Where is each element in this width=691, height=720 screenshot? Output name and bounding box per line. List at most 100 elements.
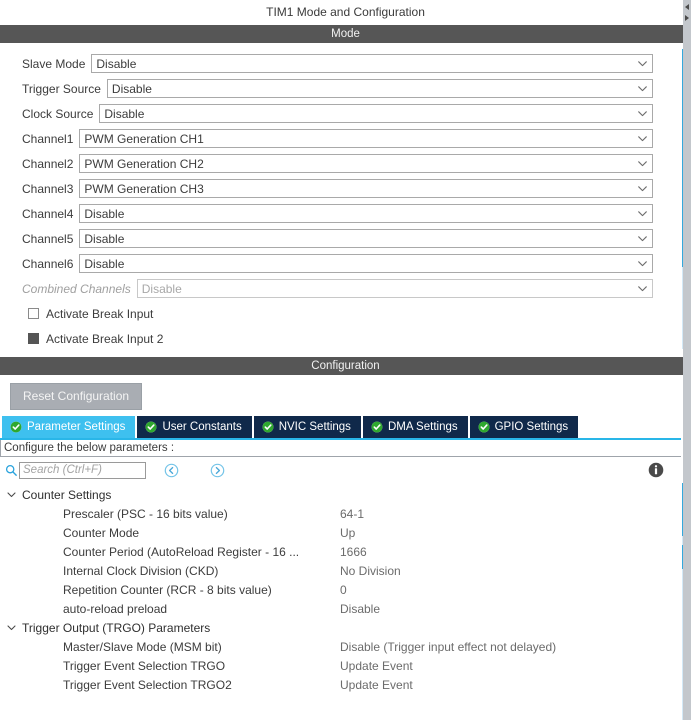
checkbox-2[interactable] (28, 333, 39, 344)
tree-item-value[interactable]: 1666 (340, 545, 367, 559)
tree-group[interactable]: Trigger Output (TRGO) Parameters (0, 618, 691, 637)
tab-label: Parameter Settings (27, 421, 126, 433)
nav-forward-icon[interactable] (210, 463, 225, 478)
tree-item-value[interactable]: Update Event (340, 678, 413, 692)
mode-checkbox-container: Activate Break Input Activate Break Input… (0, 301, 691, 351)
window-corner-arrows[interactable] (683, 2, 691, 24)
search-toolbar: Search (Ctrl+F) (0, 457, 691, 483)
tab-label: DMA Settings (387, 421, 458, 433)
mode-row-value: Disable (141, 281, 182, 296)
configuration-panel: Reset Configuration Parameter Settings Us… (0, 375, 691, 720)
check-circle-icon (262, 421, 274, 433)
tree-item-name: Trigger Event Selection TRGO2 (63, 677, 232, 692)
mode-row-dropdown[interactable]: Disable (79, 204, 653, 223)
mode-row-dropdown[interactable]: Disable (106, 79, 653, 98)
mode-row-value: Disable (111, 81, 152, 96)
nav-back-icon[interactable] (164, 463, 179, 478)
chevron-down-icon[interactable] (638, 285, 647, 292)
tree-group-label: Counter Settings (22, 487, 112, 502)
check-circle-icon (145, 421, 157, 433)
chevron-down-icon[interactable] (6, 622, 17, 633)
check-circle-icon (10, 421, 22, 433)
tab-gpio-settings[interactable]: GPIO Settings (469, 416, 579, 438)
mode-row-dropdown[interactable]: Disable (91, 54, 653, 73)
mode-panel: Slave Mode Disable Trigger Source Disable Cl… (0, 43, 691, 357)
mode-row: Channel6 Disable (0, 251, 691, 276)
tree-item-value[interactable]: Up (340, 526, 355, 540)
chevron-down-icon[interactable] (638, 185, 647, 192)
tab-dma-settings[interactable]: DMA Settings (362, 416, 468, 438)
mode-row-label: Channel1 (22, 131, 74, 146)
chevron-down-icon[interactable] (638, 60, 647, 67)
mode-rows-container: Slave Mode Disable Trigger Source Disable Cl… (0, 43, 691, 301)
tree-item-value[interactable]: Update Event (340, 659, 413, 673)
tree-item-name: Prescaler (PSC - 16 bits value) (63, 506, 228, 521)
tree-group[interactable]: Counter Settings (0, 485, 691, 504)
mode-row-dropdown[interactable]: PWM Generation CH2 (79, 154, 653, 173)
tab-label: GPIO Settings (494, 421, 569, 433)
tree-item[interactable]: Master/Slave Mode (MSM bit) Disable (Trig… (0, 637, 691, 656)
settings-tabbar: Parameter Settings User Constants NVIC Set… (0, 416, 691, 440)
tree-item[interactable]: Trigger Event Selection TRGO2 Update Even… (0, 675, 691, 694)
tree-item-value[interactable]: Disable (Trigger input effect not delaye… (340, 640, 556, 654)
tree-group-label: Trigger Output (TRGO) Parameters (22, 620, 211, 635)
tab-parameter-settings[interactable]: Parameter Settings (2, 416, 136, 438)
tab-user-constants[interactable]: User Constants (137, 416, 252, 438)
tree-item-value[interactable]: 0 (340, 583, 347, 597)
mode-section-header: Mode (0, 25, 691, 43)
tree-item[interactable]: Counter Period (AutoReload Register - 16… (0, 542, 691, 561)
configure-parameters-label: Configure the below parameters : (0, 440, 691, 457)
mode-row: Channel5 Disable (0, 226, 691, 251)
checkbox-label: Activate Break Input 2 (46, 331, 164, 346)
mode-row-dropdown[interactable]: Disable (79, 229, 653, 248)
info-icon[interactable] (648, 462, 664, 478)
mode-row-value: PWM Generation CH3 (84, 181, 204, 196)
window-edge-strip (683, 0, 691, 720)
mode-row-dropdown[interactable]: Disable (99, 104, 653, 123)
mode-row-value: Disable (96, 56, 137, 71)
tree-item-value[interactable]: 64-1 (340, 507, 364, 521)
chevron-down-icon[interactable] (6, 489, 17, 500)
chevron-down-icon[interactable] (638, 160, 647, 167)
tree-item-name: Trigger Event Selection TRGO (63, 658, 226, 673)
checkbox-1[interactable] (28, 308, 39, 319)
check-circle-icon (478, 421, 490, 433)
tree-item[interactable]: auto-reload preload Disable (0, 599, 691, 618)
mode-row-label: Channel2 (22, 156, 74, 171)
tab-nvic-settings[interactable]: NVIC Settings (253, 416, 361, 438)
tree-item-value[interactable]: No Division (340, 564, 401, 578)
search-input[interactable]: Search (Ctrl+F) (19, 461, 146, 479)
chevron-down-icon[interactable] (638, 210, 647, 217)
tree-item[interactable]: Trigger Event Selection TRGO Update Event (0, 656, 691, 675)
tab-label: NVIC Settings (278, 421, 351, 433)
checkbox-label: Activate Break Input (46, 306, 154, 321)
mode-checkbox-row[interactable]: Activate Break Input (0, 301, 691, 326)
mode-row-value: Disable (84, 256, 125, 271)
reset-configuration-button[interactable]: Reset Configuration (10, 383, 143, 410)
mode-checkbox-row[interactable]: Activate Break Input 2 (0, 326, 691, 351)
tree-item[interactable]: Internal Clock Division (CKD) No Division (0, 561, 691, 580)
tree-item-name: Master/Slave Mode (MSM bit) (63, 639, 222, 654)
mode-row: Channel4 Disable (0, 201, 691, 226)
tim1-configuration-window: TIM1 Mode and Configuration Mode Slave M… (0, 0, 691, 720)
chevron-down-icon[interactable] (638, 110, 647, 117)
mode-row-dropdown[interactable]: PWM Generation CH3 (79, 179, 653, 198)
chevron-down-icon[interactable] (638, 135, 647, 142)
mode-row-dropdown[interactable]: PWM Generation CH1 (79, 129, 653, 148)
mode-row-label: Trigger Source (22, 81, 101, 96)
mode-row: Combined Channels Disable (0, 276, 691, 301)
chevron-down-icon[interactable] (638, 85, 647, 92)
tree-item[interactable]: Repetition Counter (RCR - 8 bits value) 0 (0, 580, 691, 599)
tree-item-name: auto-reload preload (63, 601, 168, 616)
mode-row-value: Disable (84, 231, 125, 246)
chevron-down-icon[interactable] (638, 260, 647, 267)
mode-row: Clock Source Disable (0, 101, 691, 126)
tree-item-value[interactable]: Disable (340, 602, 380, 616)
tree-item[interactable]: Prescaler (PSC - 16 bits value) 64-1 (0, 504, 691, 523)
chevron-down-icon[interactable] (638, 235, 647, 242)
mode-row-dropdown[interactable]: Disable (79, 254, 653, 273)
mode-row-label: Channel3 (22, 181, 74, 196)
tree-item[interactable]: Counter Mode Up (0, 523, 691, 542)
reset-button-wrap: Reset Configuration (0, 375, 691, 416)
window-title: TIM1 Mode and Configuration (0, 0, 691, 25)
